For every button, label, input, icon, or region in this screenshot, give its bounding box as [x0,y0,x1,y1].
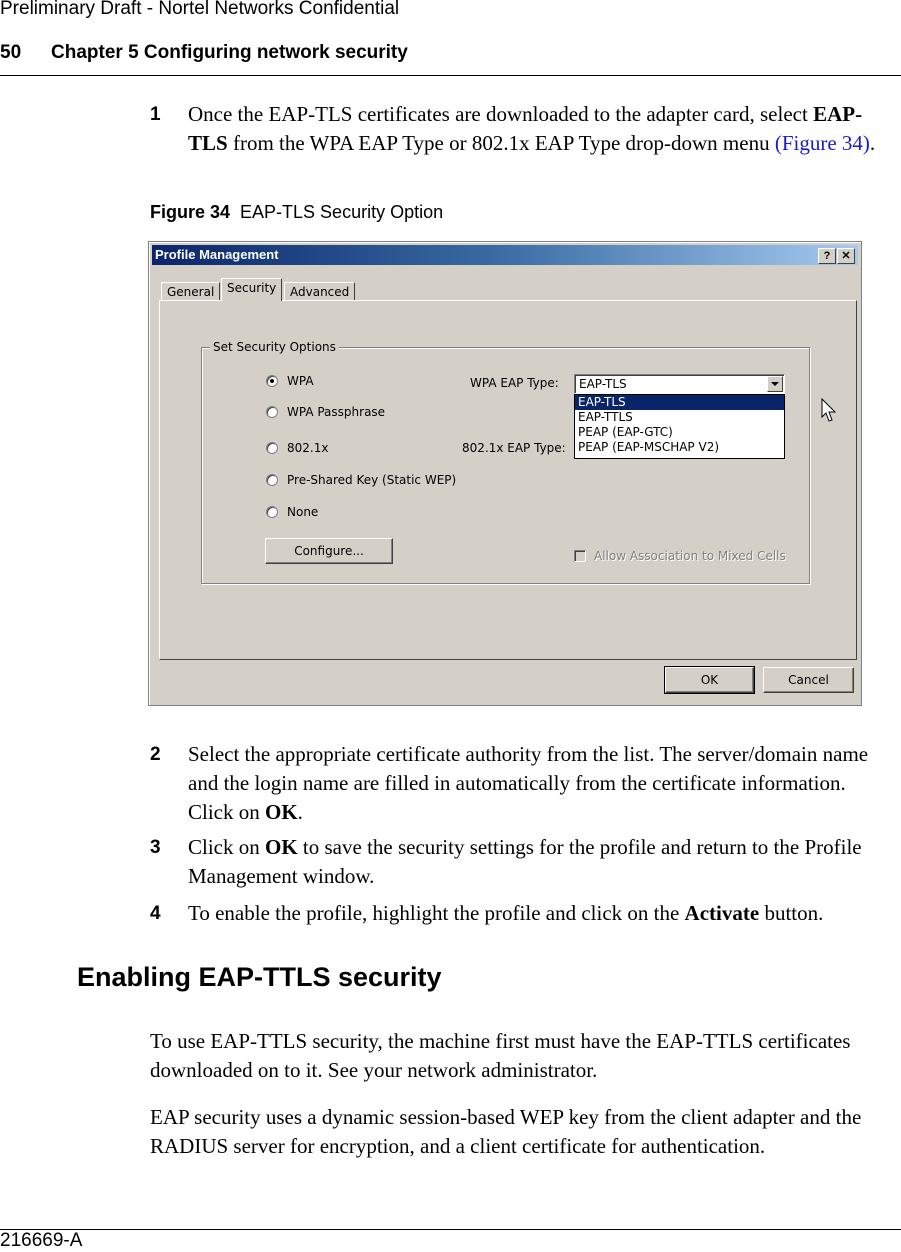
step-2: 2 Select the appropriate certificate aut… [150,742,869,824]
cancel-button[interactable]: Cancel [763,667,854,693]
header-rule [0,75,901,76]
confidential-header: Preliminary Draft - Nortel Networks Conf… [0,0,400,19]
profile-management-dialog: Profile Management ? ✕ General Security … [148,241,862,706]
tab-advanced[interactable]: Advanced [284,282,356,301]
step-number: 3 [150,837,161,858]
option-eap-tls[interactable]: EAP-TLS [575,395,784,410]
chapter-title: Chapter 5 Configuring network security [51,42,408,63]
802-1x-eap-type-label: 802.1x EAP Type: [462,441,566,455]
step-number: 4 [150,903,161,924]
document-number: 216669-A [0,1230,83,1251]
option-eap-ttls[interactable]: EAP-TTLS [575,410,784,425]
option-peap-eap-gtc[interactable]: PEAP (EAP-GTC) [575,425,784,440]
security-tab-pane: Set Security Options WPA WPA Passphrase … [159,300,857,660]
paragraph: EAP security uses a dynamic session-base… [150,1105,862,1158]
option-peap-eap-mschap-v2[interactable]: PEAP (EAP-MSCHAP V2) [575,440,784,455]
radio-unchecked-icon [266,442,278,454]
step-3: 3 Click on OK to save the security setti… [150,835,862,888]
radio-unchecked-icon [266,474,278,486]
ok-button[interactable]: OK [664,666,755,694]
page-number: 50 [0,42,22,63]
chapter-header: 50 Chapter 5 Configuring network security [0,42,408,64]
step-number: 2 [150,744,161,765]
tab-general[interactable]: General [161,282,221,301]
eap-type-dropdown-list: EAP-TLS EAP-TTLS PEAP (EAP-GTC) PEAP (EA… [574,394,785,459]
mouse-pointer-icon [821,398,837,422]
dialog-title: Profile Management [155,247,279,262]
step-4: 4 To enable the profile, highlight the p… [150,899,895,928]
step-number: 1 [150,104,161,125]
radio-unchecked-icon [266,506,278,518]
group-label: Set Security Options [210,340,339,354]
help-button[interactable]: ? [818,248,836,264]
close-button[interactable]: ✕ [837,248,855,264]
wpa-eap-type-label: WPA EAP Type: [470,376,559,390]
wpa-eap-type-select[interactable]: EAP-TLS [574,374,785,394]
footer-rule [0,1229,901,1230]
tab-security[interactable]: Security [221,278,283,301]
radio-checked-icon [266,375,278,387]
checkbox-icon [574,550,586,562]
configure-button[interactable]: Configure... [265,538,393,564]
set-security-options-group: Set Security Options WPA WPA Passphrase … [201,340,810,584]
radio-unchecked-icon [266,406,278,418]
paragraph: To use EAP-TTLS security, the machine fi… [150,1029,851,1082]
figure-caption: Figure 34 EAP-TLS Security Option [150,202,444,222]
section-heading: Enabling EAP-TTLS security [77,962,442,992]
title-bar: Profile Management ? ✕ [152,245,858,265]
chevron-down-icon[interactable] [767,376,783,392]
step-1: 1 Once the EAP-TLS certificates are down… [150,102,876,155]
figure-link[interactable]: (Figure 34) [775,131,870,155]
